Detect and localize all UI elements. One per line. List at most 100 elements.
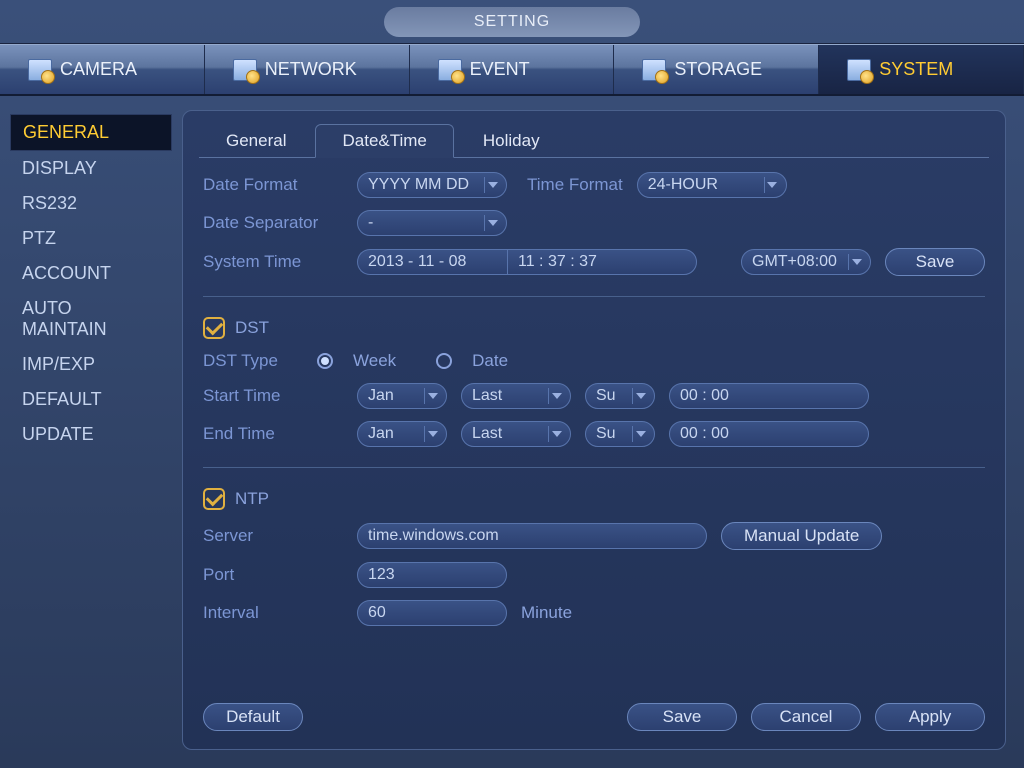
dst-checkbox[interactable] bbox=[203, 317, 225, 339]
date-format-select[interactable]: YYYY MM DD bbox=[357, 172, 507, 198]
start-month-select[interactable]: Jan bbox=[357, 383, 447, 409]
radio-label-date: Date bbox=[472, 351, 508, 371]
storage-icon bbox=[642, 59, 666, 81]
ntp-label: NTP bbox=[235, 489, 269, 509]
subtab-bar: General Date&Time Holiday bbox=[199, 123, 989, 158]
system-date-value: 2013 - 11 - 08 bbox=[368, 253, 466, 271]
label-server: Server bbox=[203, 526, 343, 546]
tab-label: CAMERA bbox=[60, 59, 137, 80]
sidebar: GENERAL DISPLAY RS232 PTZ ACCOUNT AUTO M… bbox=[0, 96, 182, 768]
tab-system[interactable]: SYSTEM bbox=[819, 45, 1024, 94]
port-input[interactable] bbox=[357, 562, 507, 588]
tab-network[interactable]: NETWORK bbox=[205, 45, 410, 94]
chevron-down-icon bbox=[548, 426, 564, 442]
start-week-select[interactable]: Last bbox=[461, 383, 571, 409]
label-minute: Minute bbox=[521, 603, 572, 623]
label-dst-type: DST Type bbox=[203, 351, 303, 371]
label-end-time: End Time bbox=[203, 424, 343, 444]
date-separator-value: - bbox=[368, 214, 478, 232]
save-button[interactable]: Save bbox=[627, 703, 737, 731]
network-icon bbox=[233, 59, 257, 81]
sidebar-item-auto-maintain[interactable]: AUTO MAINTAIN bbox=[10, 291, 172, 347]
tab-label: SYSTEM bbox=[879, 59, 953, 80]
main-panel: General Date&Time Holiday Date Format YY… bbox=[182, 110, 1006, 750]
server-value[interactable] bbox=[368, 527, 696, 545]
sidebar-item-ptz[interactable]: PTZ bbox=[10, 221, 172, 256]
label-system-time: System Time bbox=[203, 252, 343, 272]
cancel-button[interactable]: Cancel bbox=[751, 703, 861, 731]
bottom-bar: Default Save Cancel Apply bbox=[183, 703, 1005, 749]
system-date-field[interactable]: 2013 - 11 - 08 bbox=[357, 249, 507, 275]
system-time-field[interactable]: 11 : 37 : 37 bbox=[507, 249, 697, 275]
tab-label: STORAGE bbox=[674, 59, 762, 80]
tab-label: EVENT bbox=[470, 59, 530, 80]
divider bbox=[203, 296, 985, 297]
divider bbox=[203, 467, 985, 468]
chevron-down-icon bbox=[848, 254, 864, 270]
time-format-value: 24-HOUR bbox=[648, 176, 758, 194]
ntp-section: NTP bbox=[203, 488, 985, 510]
gmt-select[interactable]: GMT+08:00 bbox=[741, 249, 871, 275]
sidebar-item-default[interactable]: DEFAULT bbox=[10, 382, 172, 417]
sidebar-item-display[interactable]: DISPLAY bbox=[10, 151, 172, 186]
label-date-separator: Date Separator bbox=[203, 213, 343, 233]
sidebar-item-general[interactable]: GENERAL bbox=[10, 114, 172, 151]
chevron-down-icon bbox=[484, 215, 500, 231]
chevron-down-icon bbox=[424, 426, 440, 442]
end-month-select[interactable]: Jan bbox=[357, 421, 447, 447]
ntp-checkbox[interactable] bbox=[203, 488, 225, 510]
system-icon bbox=[847, 59, 871, 81]
interval-value[interactable] bbox=[368, 604, 496, 622]
window-title: SETTING bbox=[384, 7, 640, 37]
end-time-field[interactable]: 00 : 00 bbox=[669, 421, 869, 447]
end-week-select[interactable]: Last bbox=[461, 421, 571, 447]
label-interval: Interval bbox=[203, 603, 343, 623]
subtab-date-time[interactable]: Date&Time bbox=[315, 124, 453, 158]
end-day-select[interactable]: Su bbox=[585, 421, 655, 447]
sidebar-item-update[interactable]: UPDATE bbox=[10, 417, 172, 452]
interval-input[interactable] bbox=[357, 600, 507, 626]
chevron-down-icon bbox=[632, 388, 648, 404]
label-start-time: Start Time bbox=[203, 386, 343, 406]
chevron-down-icon bbox=[484, 177, 500, 193]
label-port: Port bbox=[203, 565, 343, 585]
dst-label: DST bbox=[235, 318, 269, 338]
gmt-value: GMT+08:00 bbox=[752, 253, 842, 271]
tab-event[interactable]: EVENT bbox=[410, 45, 615, 94]
apply-button[interactable]: Apply bbox=[875, 703, 985, 731]
time-format-select[interactable]: 24-HOUR bbox=[637, 172, 787, 198]
dst-type-date-radio[interactable] bbox=[436, 353, 452, 369]
start-day-select[interactable]: Su bbox=[585, 383, 655, 409]
dst-type-week-radio[interactable] bbox=[317, 353, 333, 369]
chevron-down-icon bbox=[764, 177, 780, 193]
chevron-down-icon bbox=[632, 426, 648, 442]
chevron-down-icon bbox=[548, 388, 564, 404]
sidebar-item-account[interactable]: ACCOUNT bbox=[10, 256, 172, 291]
event-icon bbox=[438, 59, 462, 81]
dst-section: DST bbox=[203, 317, 985, 339]
chevron-down-icon bbox=[424, 388, 440, 404]
default-button[interactable]: Default bbox=[203, 703, 303, 731]
tab-label: NETWORK bbox=[265, 59, 357, 80]
subtab-holiday[interactable]: Holiday bbox=[456, 124, 567, 158]
port-value[interactable] bbox=[368, 566, 496, 584]
start-time-field[interactable]: 00 : 00 bbox=[669, 383, 869, 409]
date-format-value: YYYY MM DD bbox=[368, 176, 478, 194]
tab-camera[interactable]: CAMERA bbox=[0, 45, 205, 94]
label-time-format: Time Format bbox=[527, 175, 623, 195]
date-separator-select[interactable]: - bbox=[357, 210, 507, 236]
top-nav: CAMERA NETWORK EVENT STORAGE SYSTEM bbox=[0, 44, 1024, 96]
label-date-format: Date Format bbox=[203, 175, 343, 195]
sidebar-item-imp-exp[interactable]: IMP/EXP bbox=[10, 347, 172, 382]
sidebar-item-rs232[interactable]: RS232 bbox=[10, 186, 172, 221]
tab-storage[interactable]: STORAGE bbox=[614, 45, 819, 94]
title-bar: SETTING bbox=[0, 0, 1024, 44]
manual-update-button[interactable]: Manual Update bbox=[721, 522, 882, 550]
system-time-value: 11 : 37 : 37 bbox=[518, 253, 597, 271]
radio-label-week: Week bbox=[353, 351, 396, 371]
subtab-general[interactable]: General bbox=[199, 124, 313, 158]
save-time-button[interactable]: Save bbox=[885, 248, 985, 276]
server-input[interactable] bbox=[357, 523, 707, 549]
camera-icon bbox=[28, 59, 52, 81]
content-area: Date Format YYYY MM DD Time Format 24-HO… bbox=[183, 158, 1005, 703]
